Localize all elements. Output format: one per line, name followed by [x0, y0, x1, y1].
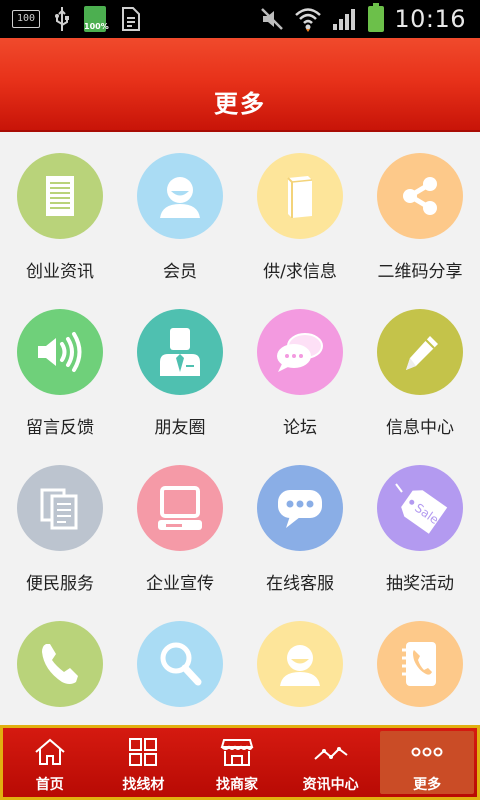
- member-icon: [257, 621, 343, 707]
- grid-item-online-service[interactable]: 在线客服: [240, 445, 360, 595]
- sim-card-icon: [122, 7, 140, 31]
- search-icon: [137, 621, 223, 707]
- grid-item-feedback[interactable]: 留言反馈: [0, 289, 120, 439]
- grid-item-company-promo[interactable]: 企业宣传: [120, 445, 240, 595]
- nav-item-more[interactable]: 更多: [380, 731, 474, 794]
- clock: 10:16: [394, 5, 466, 33]
- bottom-nav: 首页 找线材 找商家 资讯中心 更多: [0, 725, 480, 800]
- title-bar: 更多: [0, 38, 480, 132]
- chat-bubbles-icon: [257, 309, 343, 395]
- grid-item-label: 信息中心: [386, 418, 454, 438]
- grid-item-info-center[interactable]: 信息中心: [360, 289, 480, 439]
- grid-item-label: 便民服务: [26, 574, 94, 594]
- phone-icon: [17, 621, 103, 707]
- grid-item-qrcode-share[interactable]: 二维码分享: [360, 133, 480, 283]
- page-title: 更多: [214, 90, 266, 118]
- grid-item-label: 朋友圈: [154, 418, 206, 438]
- address-book-icon: [377, 621, 463, 707]
- share-icon: [377, 153, 463, 239]
- grid-item-friends[interactable]: 朋友圈: [120, 289, 240, 439]
- sale-tag-icon: Sale: [377, 465, 463, 551]
- shop-icon: [220, 739, 254, 766]
- more-icon: [411, 747, 443, 757]
- battery-full-icon: 100%: [84, 6, 109, 32]
- grid-item-member[interactable]: 会员: [120, 133, 240, 283]
- nav-item-label: 首页: [35, 777, 64, 793]
- grid-icon: [129, 738, 158, 766]
- usb-icon: [55, 7, 69, 31]
- chat-dots-icon: [257, 465, 343, 551]
- files-icon: [17, 465, 103, 551]
- nav-item-label: 找商家: [215, 777, 258, 793]
- book-icon: [257, 153, 343, 239]
- wifi-icon: [295, 8, 322, 32]
- grid-item-label: 二维码分享: [377, 262, 463, 282]
- grid-item-label: 留言反馈: [26, 418, 94, 438]
- nav-item-news-center[interactable]: 资讯中心: [284, 728, 378, 797]
- home-icon: [35, 738, 65, 765]
- grid-item-label: 论坛: [283, 418, 317, 438]
- document-icon: [17, 153, 103, 239]
- nav-item-label: 资讯中心: [302, 777, 359, 793]
- battery-icon: [368, 3, 385, 32]
- storage-icon: 100: [12, 10, 40, 28]
- grid-item-label: 会员: [163, 262, 197, 282]
- grid-item-public-service[interactable]: 便民服务: [0, 445, 120, 595]
- nav-item-label: 更多: [413, 777, 442, 793]
- businessman-icon: [137, 309, 223, 395]
- signal-icon: [333, 9, 356, 30]
- status-bar: 100 100% 10:16: [0, 0, 480, 38]
- grid-item-lottery[interactable]: Sale 抽奖活动: [360, 445, 480, 595]
- status-bar-left: 100 100%: [12, 6, 142, 32]
- nav-item-wire[interactable]: 找线材: [97, 728, 191, 797]
- grid-item-label: 在线客服: [266, 574, 334, 594]
- status-bar-right: 10:16: [260, 3, 466, 34]
- grid-item-supply-demand[interactable]: 供/求信息: [240, 133, 360, 283]
- grid-item-business-news[interactable]: 创业资讯: [0, 133, 120, 283]
- grid-item-label: 抽奖活动: [386, 574, 454, 594]
- nav-item-home[interactable]: 首页: [3, 728, 97, 797]
- grid-item-forum[interactable]: 论坛: [240, 289, 360, 439]
- member-icon: [137, 153, 223, 239]
- pencil-icon: [377, 309, 463, 395]
- grid-item-label: 企业宣传: [146, 574, 214, 594]
- trend-icon: [313, 747, 348, 760]
- nav-item-merchants[interactable]: 找商家: [190, 728, 284, 797]
- grid-item-label: 供/求信息: [263, 262, 337, 282]
- computer-icon: [137, 465, 223, 551]
- grid-item-label: 创业资讯: [26, 262, 94, 282]
- bottom-nav-bar: 首页 找线材 找商家 资讯中心 更多: [3, 728, 477, 797]
- nav-item-label: 找线材: [122, 777, 165, 793]
- mute-icon: [261, 8, 284, 30]
- speaker-icon: [17, 309, 103, 395]
